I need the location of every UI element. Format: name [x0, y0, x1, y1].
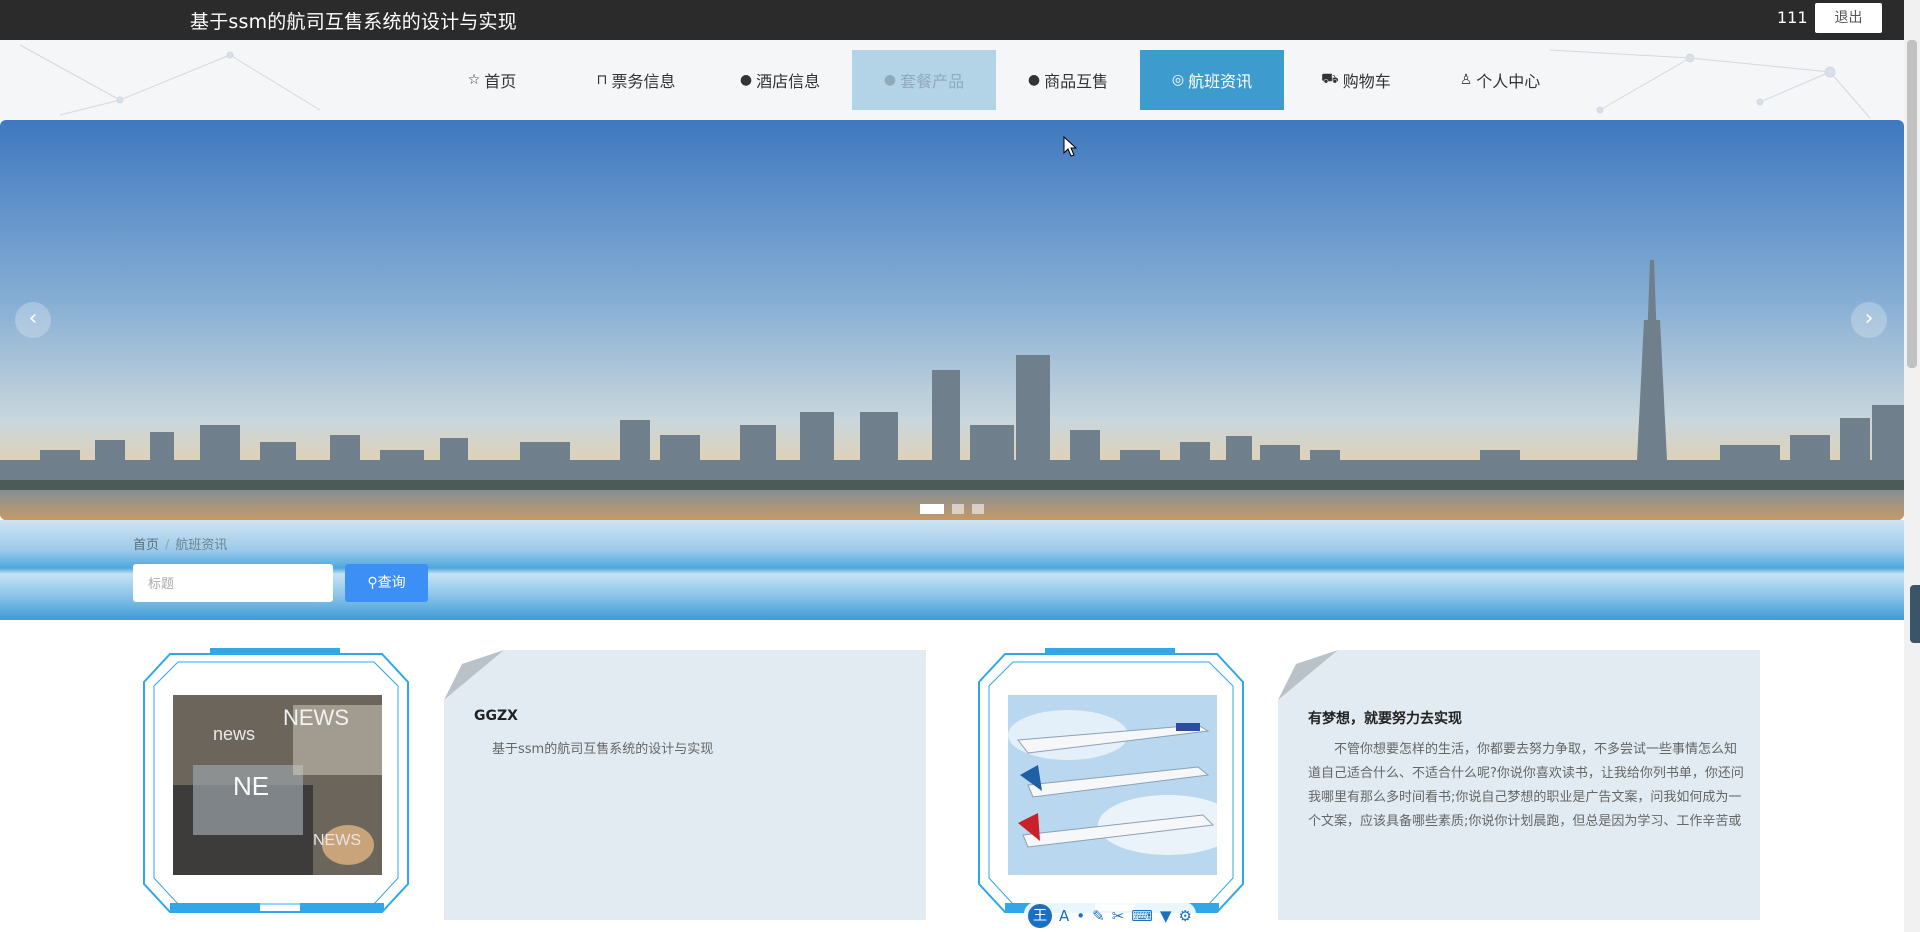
- gear-icon[interactable]: ⚙: [1178, 907, 1191, 925]
- svg-text:NE: NE: [233, 771, 269, 801]
- username-label[interactable]: 111: [1777, 8, 1808, 27]
- nav-item-flight-news[interactable]: ◎ 航班资讯: [1140, 50, 1284, 110]
- skyline-image: [0, 120, 1904, 520]
- breadcrumb-separator: /: [165, 538, 170, 553]
- exclamation-circle-icon: ●: [739, 72, 753, 88]
- site-title: 基于ssm的航司互售系统的设计与实现: [190, 11, 517, 33]
- shirt-icon[interactable]: ▼: [1160, 907, 1172, 925]
- carousel-dot[interactable]: [952, 504, 964, 514]
- svg-text:NEWS: NEWS: [283, 705, 349, 730]
- side-float-tab[interactable]: [1910, 585, 1920, 643]
- breadcrumb-current: 航班资讯: [175, 538, 228, 553]
- keyboard-icon[interactable]: ⌨: [1131, 907, 1153, 925]
- nav-item-cart[interactable]: ⛟ 购物车: [1284, 50, 1428, 110]
- title-search-input[interactable]: [133, 564, 333, 602]
- news-title: GGZX: [474, 708, 518, 724]
- scrollbar-thumb[interactable]: [1907, 40, 1917, 368]
- news-title: 有梦想，就要努力去实现: [1308, 711, 1462, 727]
- carousel-indicators: [920, 504, 984, 514]
- nav-bar: ☆ 首页 ⊓ 票务信息 ● 酒店信息 ● 套餐产品 ● 商品互售 ◎ 航班资讯 ⛟ 购物车 ♙…: [0, 40, 1904, 120]
- search-icon: ⚲: [367, 575, 378, 591]
- logout-button[interactable]: 退出: [1815, 3, 1882, 33]
- carousel-dot[interactable]: [920, 504, 944, 514]
- nav-item-home[interactable]: ☆ 首页: [420, 50, 564, 110]
- nav-item-goods[interactable]: ● 商品互售: [996, 50, 1140, 110]
- banner-carousel: [0, 120, 1904, 520]
- nav-item-profile[interactable]: ♙ 个人中心: [1428, 50, 1572, 110]
- carousel-next-button[interactable]: ›: [1851, 302, 1887, 338]
- page-scrollbar[interactable]: [1904, 0, 1920, 932]
- breadcrumb: 首页 / 航班资讯: [133, 534, 227, 553]
- main-nav: ☆ 首页 ⊓ 票务信息 ● 酒店信息 ● 套餐产品 ● 商品互售 ◎ 航班资讯 ⛟ 购物车 ♙…: [420, 50, 1572, 110]
- page-fold-decoration: [1278, 650, 1338, 700]
- carousel-dot[interactable]: [972, 504, 984, 514]
- nav-item-packages[interactable]: ● 套餐产品: [852, 50, 996, 110]
- star-icon: ☆: [467, 72, 481, 88]
- pen-icon[interactable]: ✎: [1092, 907, 1105, 925]
- info-circle-icon: ●: [1027, 72, 1041, 88]
- bag-icon: ⊓: [596, 72, 608, 88]
- nav-item-tickets[interactable]: ⊓ 票务信息: [564, 50, 708, 110]
- font-icon[interactable]: A: [1059, 907, 1069, 925]
- nav-item-hotels[interactable]: ● 酒店信息: [708, 50, 852, 110]
- svg-text:news: news: [213, 724, 255, 744]
- user-icon: ♙: [1459, 72, 1473, 88]
- page-fold-decoration: [444, 650, 504, 700]
- top-bar: 基于ssm的航司互售系统的设计与实现 111 退出: [0, 0, 1920, 40]
- news-card-1[interactable]: GGZX 基于ssm的航司互售系统的设计与实现: [444, 650, 926, 920]
- globe-icon: ◎: [1171, 72, 1185, 88]
- breadcrumb-home[interactable]: 首页: [133, 538, 159, 553]
- ime-toolbar: 王 A • ✎ ✂ ⌨ ▼ ⚙: [1024, 902, 1196, 930]
- question-circle-icon: ●: [883, 72, 897, 88]
- airplanes-image: [1008, 695, 1217, 875]
- carousel-prev-button[interactable]: ‹: [15, 302, 51, 338]
- mouse-cursor-icon: [1063, 136, 1077, 157]
- dot-icon[interactable]: •: [1076, 907, 1085, 925]
- news-content: 基于ssm的航司互售系统的设计与实现: [492, 742, 714, 757]
- news-content: 不管你想要怎样的生活，你都要去努力争取，不多尝试一些事情怎么知道自己适合什么、不…: [1308, 742, 1744, 829]
- wang-icon[interactable]: 王: [1028, 904, 1052, 928]
- search-button[interactable]: ⚲查询: [345, 564, 428, 602]
- svg-text:NEWS: NEWS: [313, 832, 361, 849]
- cart-icon: ⛟: [1321, 71, 1339, 87]
- news-laptop-image: news NEWS NE NEWS: [173, 695, 382, 875]
- scissors-icon[interactable]: ✂: [1112, 907, 1125, 925]
- news-card-2[interactable]: 有梦想，就要努力去实现 不管你想要怎样的生活，你都要去努力争取，不多尝试一些事情…: [1278, 650, 1760, 920]
